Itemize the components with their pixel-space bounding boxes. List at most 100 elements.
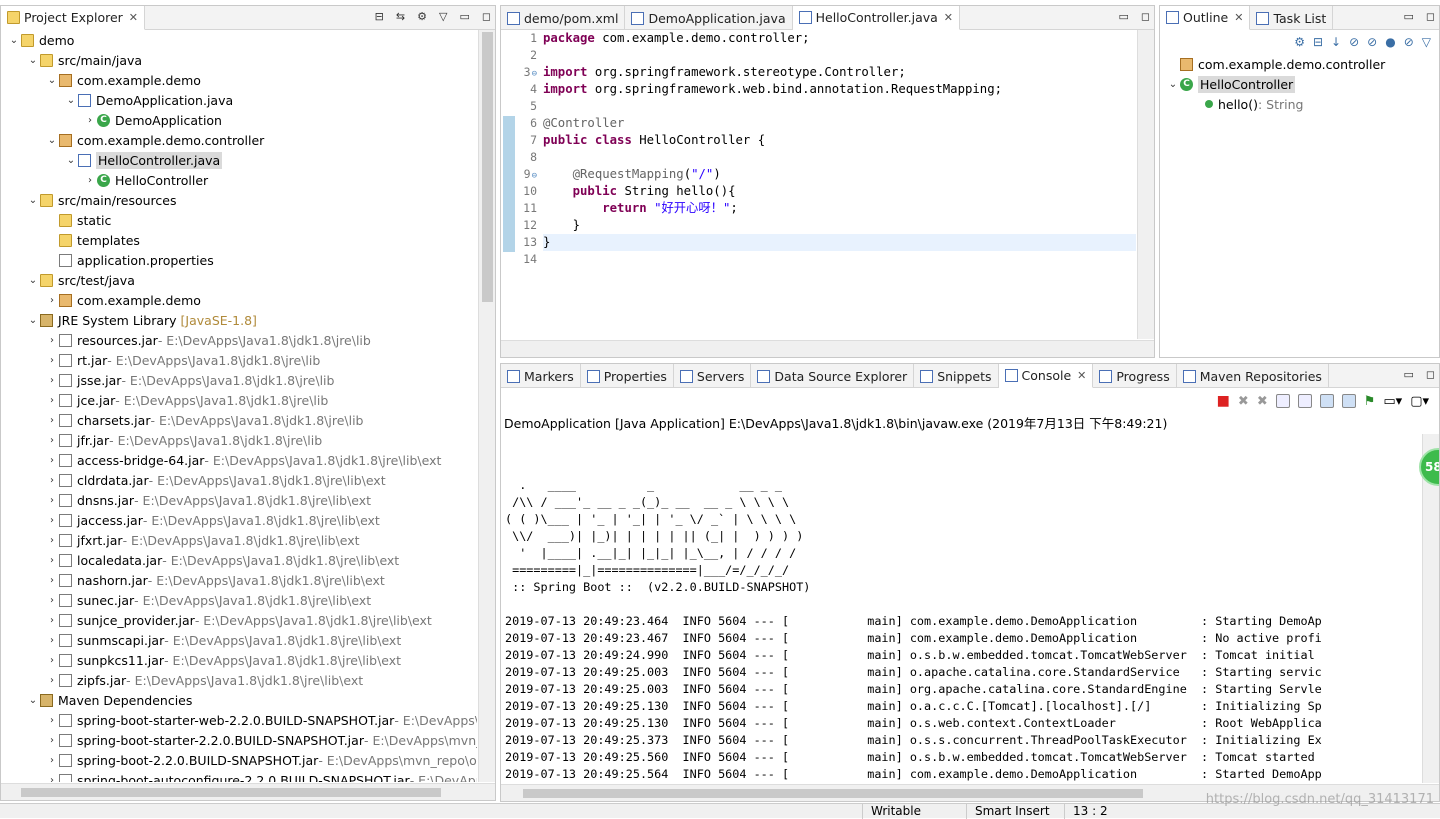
expand-toggle-icon[interactable]: › [45, 615, 59, 626]
expand-toggle-icon[interactable]: › [45, 755, 59, 766]
console-vertical-scrollbar[interactable] [1422, 434, 1439, 783]
expand-toggle-icon[interactable]: ⌄ [26, 275, 40, 286]
close-icon[interactable]: ✕ [944, 11, 953, 24]
show-stderr-icon[interactable] [1341, 394, 1356, 408]
tree-item[interactable]: application.properties [1, 250, 477, 270]
expand-toggle-icon[interactable]: › [45, 655, 59, 666]
minimize-icon[interactable]: ▭ [1118, 10, 1128, 23]
hide-fields-icon[interactable]: ⊘ [1349, 35, 1359, 49]
clear-console-icon[interactable] [1275, 394, 1290, 408]
tree-item[interactable]: › rt.jar - E:\DevApps\Java1.8\jdk1.8\jre\… [1, 350, 477, 370]
display-console-icon[interactable]: ▭▾ [1383, 394, 1402, 409]
editor-vertical-scrollbar[interactable] [1137, 30, 1154, 339]
expand-toggle-icon[interactable]: › [45, 435, 59, 446]
outline-item[interactable]: hello() : String [1160, 94, 1421, 114]
tree-item[interactable]: › jaccess.jar - E:\DevApps\Java1.8\jdk1.8… [1, 510, 477, 530]
expand-toggle-icon[interactable]: › [45, 775, 59, 783]
expand-toggle-icon[interactable]: › [45, 335, 59, 346]
bottom-tab-properties[interactable]: Properties [581, 364, 674, 388]
tree-item[interactable]: › resources.jar - E:\DevApps\Java1.8\jdk1… [1, 330, 477, 350]
tree-item[interactable]: › zipfs.jar - E:\DevApps\Java1.8\jdk1.8\j… [1, 670, 477, 690]
collapse-all-icon[interactable]: ⊟ [1313, 35, 1323, 49]
tree-item[interactable]: templates [1, 230, 477, 250]
filter-icon[interactable]: ⚙ [417, 10, 427, 23]
expand-toggle-icon[interactable]: ⌄ [7, 35, 21, 46]
expand-toggle-icon[interactable]: › [45, 675, 59, 686]
bottom-tab-markers[interactable]: Markers [501, 364, 581, 388]
tree-item[interactable]: ⌄ demo [1, 30, 477, 50]
remove-launch-icon[interactable]: ✖ [1238, 394, 1249, 409]
expand-toggle-icon[interactable]: ⌄ [45, 135, 59, 146]
editor-tab-hellocontroller-java[interactable]: HelloController.java ✕ [792, 6, 961, 30]
tree-item[interactable]: › spring-boot-starter-web-2.2.0.BUILD-SNA… [1, 710, 477, 730]
expand-toggle-icon[interactable]: › [45, 355, 59, 366]
tree-item[interactable]: › C DemoApplication [1, 110, 477, 130]
tree-item[interactable]: › access-bridge-64.jar - E:\DevApps\Java1… [1, 450, 477, 470]
tree-item[interactable]: › sunec.jar - E:\DevApps\Java1.8\jdk1.8\j… [1, 590, 477, 610]
tree-item[interactable]: ⌄ JRE System Library [JavaSE-1.8] [1, 310, 477, 330]
view-menu-icon[interactable]: ▽ [1422, 35, 1431, 49]
show-stdout-icon[interactable] [1319, 394, 1334, 408]
hide-nonpublic-icon[interactable]: ● [1385, 35, 1395, 49]
scrollbar-thumb[interactable] [523, 789, 1143, 798]
console-output[interactable]: . ____ _ __ _ _ /\\ / ___'_ __ _ _(_)_ _… [505, 460, 1419, 783]
expand-toggle-icon[interactable]: › [45, 735, 59, 746]
tree-item[interactable]: ⌄ src/test/java [1, 270, 477, 290]
vertical-scrollbar[interactable] [478, 30, 495, 782]
expand-toggle-icon[interactable]: › [45, 555, 59, 566]
view-menu-icon[interactable]: ▽ [439, 10, 447, 23]
expand-toggle-icon[interactable]: ⌄ [64, 155, 78, 166]
expand-toggle-icon[interactable]: ⌄ [26, 695, 40, 706]
tree-item[interactable]: › jsse.jar - E:\DevApps\Java1.8\jdk1.8\jr… [1, 370, 477, 390]
tree-item[interactable]: › sunmscapi.jar - E:\DevApps\Java1.8\jdk1… [1, 630, 477, 650]
tree-item[interactable]: › spring-boot-2.2.0.BUILD-SNAPSHOT.jar - … [1, 750, 477, 770]
maximize-icon[interactable]: ◻ [1141, 10, 1150, 23]
expand-toggle-icon[interactable]: › [45, 455, 59, 466]
tree-item[interactable]: › jce.jar - E:\DevApps\Java1.8\jdk1.8\jre… [1, 390, 477, 410]
bottom-tab-data-source-explorer[interactable]: Data Source Explorer [751, 364, 915, 388]
maximize-icon[interactable]: ◻ [482, 10, 491, 23]
tree-item[interactable]: › localedata.jar - E:\DevApps\Java1.8\jdk… [1, 550, 477, 570]
expand-toggle-icon[interactable]: › [45, 635, 59, 646]
minimize-icon[interactable]: ▭ [1403, 10, 1413, 23]
scroll-lock-icon[interactable] [1297, 394, 1312, 408]
expand-toggle-icon[interactable]: › [45, 375, 59, 386]
expand-toggle-icon[interactable]: › [45, 295, 59, 306]
tree-item[interactable]: › C HelloController [1, 170, 477, 190]
tree-item[interactable]: ⌄ Maven Dependencies [1, 690, 477, 710]
expand-toggle-icon[interactable]: › [45, 415, 59, 426]
tree-item[interactable]: › com.example.demo [1, 290, 477, 310]
terminate-icon[interactable]: ■ [1217, 393, 1230, 409]
tree-item[interactable]: ⌄ HelloController.java [1, 150, 477, 170]
editor-horizontal-scrollbar[interactable] [501, 340, 1154, 357]
tree-item[interactable]: › spring-boot-starter-2.2.0.BUILD-SNAPSHO… [1, 730, 477, 750]
sort-icon[interactable]: ↓ [1331, 35, 1341, 49]
expand-toggle-icon[interactable]: › [45, 495, 59, 506]
tree-item[interactable]: ⌄ DemoApplication.java [1, 90, 477, 110]
tree-item[interactable]: › sunpkcs11.jar - E:\DevApps\Java1.8\jdk1… [1, 650, 477, 670]
expand-toggle-icon[interactable]: › [45, 535, 59, 546]
minimize-icon[interactable]: ▭ [1403, 368, 1413, 381]
tree-item[interactable]: ⌄ src/main/java [1, 50, 477, 70]
collapse-all-icon[interactable]: ⊟ [375, 10, 384, 23]
tree-item[interactable]: ⌄ com.example.demo [1, 70, 477, 90]
fold-toggle-icon[interactable]: ⊖ [532, 69, 537, 79]
scrollbar-thumb[interactable] [21, 788, 441, 797]
hide-local-types-icon[interactable]: ⊘ [1404, 35, 1414, 49]
tree-item[interactable]: › charsets.jar - E:\DevApps\Java1.8\jdk1.… [1, 410, 477, 430]
expand-toggle-icon[interactable]: ⌄ [26, 195, 40, 206]
bottom-tab-progress[interactable]: Progress [1093, 364, 1177, 388]
close-icon[interactable]: ✕ [1077, 369, 1086, 382]
editor-tab-demoapplication-java[interactable]: DemoApplication.java [625, 6, 793, 30]
maximize-icon[interactable]: ◻ [1426, 368, 1435, 381]
hide-static-icon[interactable]: ⊘ [1367, 35, 1377, 49]
bottom-tab-snippets[interactable]: Snippets [914, 364, 999, 388]
expand-toggle-icon[interactable]: › [45, 595, 59, 606]
tree-item[interactable]: › dnsns.jar - E:\DevApps\Java1.8\jdk1.8\j… [1, 490, 477, 510]
editor-tab-demo-pom-xml[interactable]: demo/pom.xml [501, 6, 626, 30]
expand-toggle-icon[interactable]: › [45, 515, 59, 526]
expand-toggle-icon[interactable]: › [45, 715, 59, 726]
tab-project-explorer[interactable]: Project Explorer ✕ [1, 6, 146, 30]
tree-item[interactable]: ⌄ src/main/resources [1, 190, 477, 210]
tree-item[interactable]: › cldrdata.jar - E:\DevApps\Java1.8\jdk1.… [1, 470, 477, 490]
